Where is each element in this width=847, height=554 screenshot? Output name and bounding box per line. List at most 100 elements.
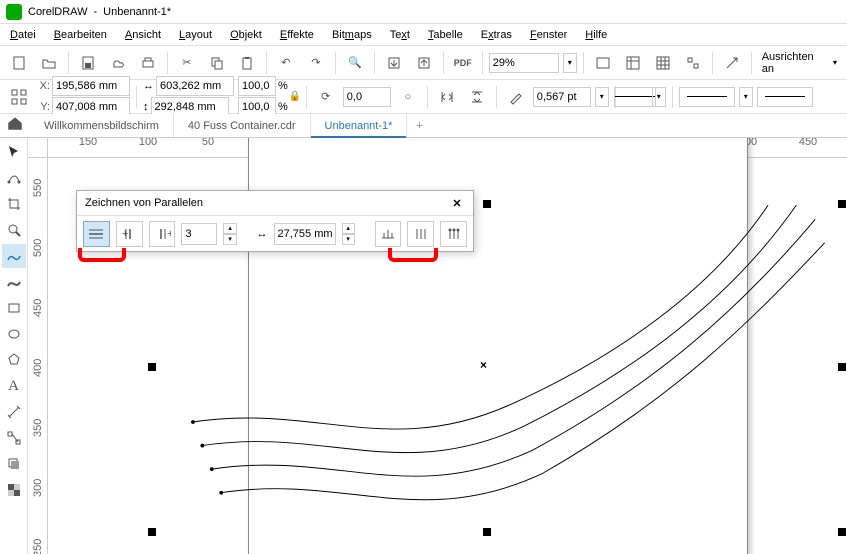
- outline-width-input[interactable]: [533, 87, 591, 107]
- parallel-opt3-button[interactable]: [440, 221, 467, 247]
- save-button[interactable]: [75, 50, 101, 76]
- line-style-button[interactable]: [679, 87, 735, 107]
- count-up[interactable]: ▴: [223, 223, 236, 234]
- ruler-vertical[interactable]: 550 500 450 400 350 300 250: [28, 158, 48, 554]
- menu-extras[interactable]: Extras: [481, 29, 512, 41]
- tab-welcome[interactable]: Willkommensbildschirm: [30, 114, 174, 137]
- snap-to-dropdown[interactable]: Ausrichten an▾: [758, 51, 841, 75]
- shape-tool[interactable]: [2, 166, 26, 190]
- canvas[interactable]: × Zeichnen von Parallelen ✕ + + ▴▾ ↔: [48, 158, 847, 554]
- sel-handle-sw[interactable]: [148, 528, 156, 536]
- rotate-icon: ⟳: [313, 84, 339, 110]
- width-input[interactable]: [156, 76, 234, 96]
- polygon-tool[interactable]: [2, 348, 26, 372]
- drop-shadow-tool[interactable]: [2, 452, 26, 476]
- start-arrow-button[interactable]: [622, 84, 648, 110]
- artistic-media-tool[interactable]: [2, 270, 26, 294]
- cut-button[interactable]: ✂: [174, 50, 200, 76]
- x-position-input[interactable]: [52, 76, 130, 96]
- copy-button[interactable]: [204, 50, 230, 76]
- grid-button[interactable]: [650, 50, 676, 76]
- sel-handle-se[interactable]: [838, 528, 846, 536]
- sel-handle-s[interactable]: [483, 528, 491, 536]
- print-button[interactable]: [135, 50, 161, 76]
- search-button[interactable]: 🔍: [342, 50, 368, 76]
- zoom-dropdown[interactable]: ▾: [563, 53, 577, 73]
- sel-center[interactable]: ×: [480, 358, 487, 372]
- ruler-origin[interactable]: [28, 138, 48, 158]
- parallel-opt2-button[interactable]: [407, 221, 434, 247]
- menu-text[interactable]: Text: [390, 29, 410, 41]
- annotation-mark-2: [388, 248, 438, 262]
- mirror-h-button[interactable]: [434, 84, 460, 110]
- tab-add-button[interactable]: +: [407, 114, 431, 137]
- tab-unbenannt[interactable]: Unbenannt-1*: [311, 114, 408, 137]
- svg-text:+: +: [167, 228, 171, 240]
- text-tool[interactable]: A: [2, 374, 26, 398]
- export-button[interactable]: [411, 50, 437, 76]
- cloud-button[interactable]: [105, 50, 131, 76]
- launch-button[interactable]: [719, 50, 745, 76]
- menu-bitmaps[interactable]: Bitmaps: [332, 29, 372, 41]
- menu-hilfe[interactable]: Hilfe: [585, 29, 607, 41]
- sel-handle-w[interactable]: [148, 363, 156, 371]
- parallel-mode-both-button[interactable]: [83, 221, 110, 247]
- freehand-tool[interactable]: [2, 244, 26, 268]
- dist-up[interactable]: ▴: [342, 223, 355, 234]
- parallel-mode-right-button[interactable]: +: [149, 221, 176, 247]
- menu-bearbeiten[interactable]: Bearbeiten: [54, 29, 107, 41]
- parallel-opt1-button[interactable]: [375, 221, 402, 247]
- rectangle-tool[interactable]: [2, 296, 26, 320]
- menu-effekte[interactable]: Effekte: [280, 29, 314, 41]
- menu-objekt[interactable]: Objekt: [230, 29, 262, 41]
- rotation-center-button[interactable]: ○: [395, 84, 421, 110]
- pdf-button[interactable]: PDF: [450, 50, 476, 76]
- parallel-distance-input[interactable]: [274, 223, 336, 245]
- undo-button[interactable]: ↶: [273, 50, 299, 76]
- scale-x-input[interactable]: [238, 76, 276, 96]
- end-arrow-button[interactable]: [757, 87, 813, 107]
- titlebar: CorelDRAW - Unbenannt-1*: [0, 0, 847, 24]
- new-button[interactable]: [6, 50, 32, 76]
- parallel-mode-left-button[interactable]: +: [116, 221, 143, 247]
- sel-handle-n[interactable]: [483, 200, 491, 208]
- parallel-count-input[interactable]: [181, 223, 217, 245]
- lock-ratio-icon[interactable]: 🔒: [290, 91, 300, 102]
- paste-button[interactable]: [234, 50, 260, 76]
- home-icon[interactable]: [6, 114, 24, 132]
- sel-handle-ne[interactable]: [838, 200, 846, 208]
- parallel-drawing-docker[interactable]: Zeichnen von Parallelen ✕ + + ▴▾ ↔ ▴▾: [76, 190, 474, 252]
- guides-button[interactable]: [680, 50, 706, 76]
- parallel-dimension-tool[interactable]: [2, 400, 26, 424]
- open-button[interactable]: [36, 50, 62, 76]
- mirror-v-button[interactable]: [464, 84, 490, 110]
- redo-button[interactable]: ↷: [303, 50, 329, 76]
- dist-down[interactable]: ▾: [342, 234, 355, 245]
- distance-icon: ↔: [257, 228, 268, 240]
- canvas-area[interactable]: 150 100 50 0 50 100 150 200 250 300 350 …: [28, 138, 847, 554]
- menu-layout[interactable]: Layout: [179, 29, 212, 41]
- count-down[interactable]: ▾: [223, 234, 236, 245]
- import-button[interactable]: [381, 50, 407, 76]
- start-arrow-dropdown[interactable]: ▾: [652, 87, 666, 107]
- transparency-tool[interactable]: [2, 478, 26, 502]
- fullscreen-button[interactable]: [590, 50, 616, 76]
- menu-ansicht[interactable]: Ansicht: [125, 29, 161, 41]
- zoom-tool[interactable]: [2, 218, 26, 242]
- zoom-input[interactable]: [489, 53, 559, 73]
- connector-tool[interactable]: [2, 426, 26, 450]
- line-style-dropdown[interactable]: ▾: [739, 87, 753, 107]
- menu-fenster[interactable]: Fenster: [530, 29, 567, 41]
- crop-tool[interactable]: [2, 192, 26, 216]
- menu-tabelle[interactable]: Tabelle: [428, 29, 463, 41]
- sel-handle-e[interactable]: [838, 363, 846, 371]
- docker-title: Zeichnen von Parallelen: [85, 197, 203, 209]
- ellipse-tool[interactable]: [2, 322, 26, 346]
- tab-container[interactable]: 40 Fuss Container.cdr: [174, 114, 311, 137]
- docker-close-button[interactable]: ✕: [449, 195, 465, 211]
- rotation-input[interactable]: [343, 87, 391, 107]
- show-rulers-button[interactable]: [620, 50, 646, 76]
- pick-tool[interactable]: [2, 140, 26, 164]
- menu-datei[interactable]: Datei: [10, 29, 36, 41]
- outline-width-dropdown[interactable]: ▾: [595, 87, 609, 107]
